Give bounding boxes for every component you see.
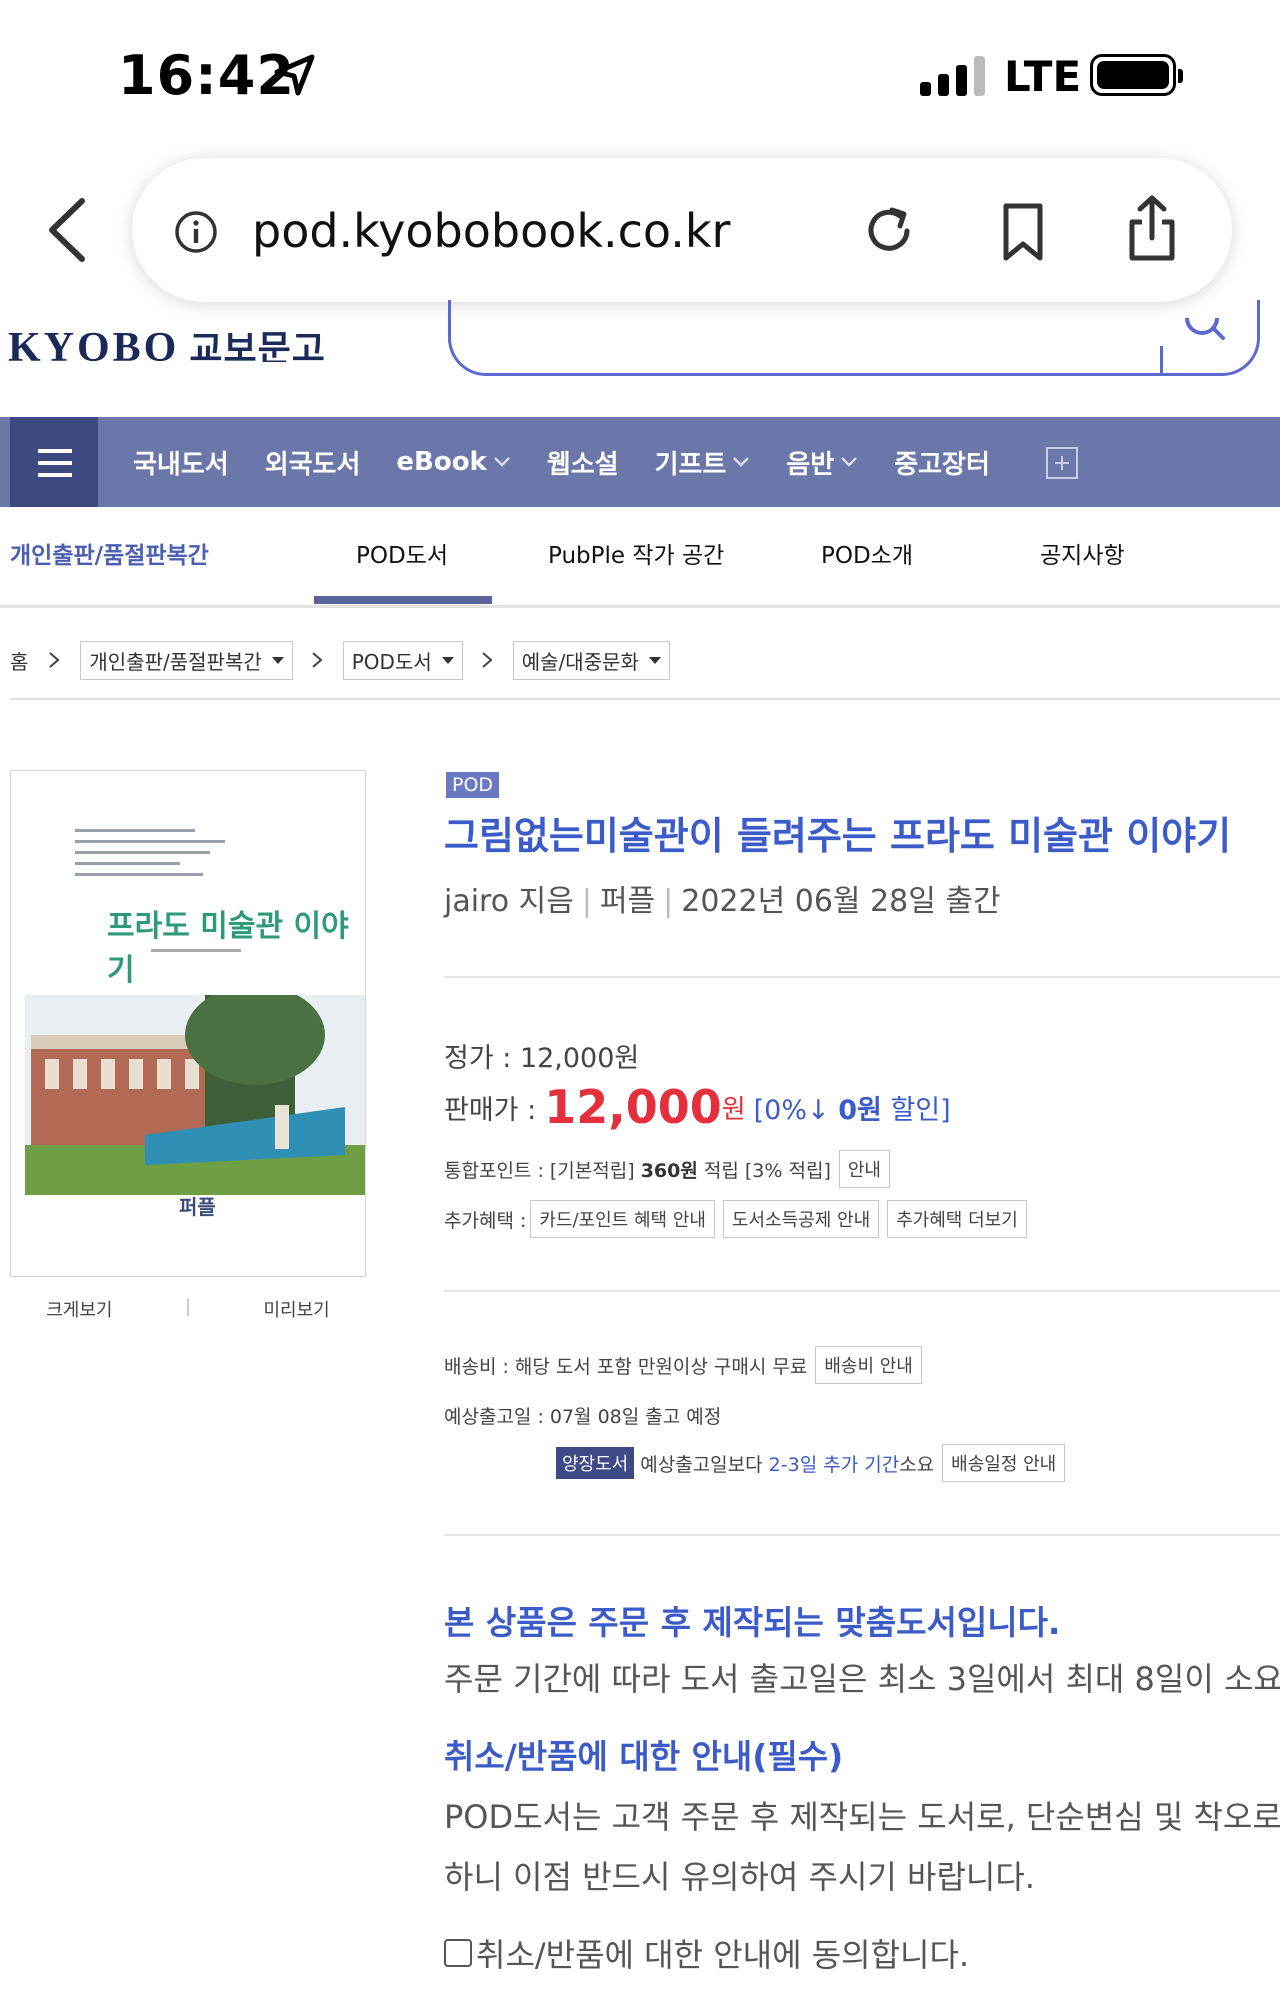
agree-checkbox-row[interactable]: 취소/반품에 대한 안내에 동의합니다. [444,1930,969,1976]
hardcover-note: 양장도서 예상출고일보다 2-3일 추가 기간 소요 배송일정 안내 [556,1444,1066,1482]
chevron-right-icon [312,652,323,668]
product-meta: jairo 지음 | 퍼플 | 2022년 06월 28일 출간 [444,884,1001,919]
points-info-button[interactable]: 안내 [838,1150,890,1188]
zoom-link[interactable]: 크게보기 [46,1296,112,1322]
tab-pod-books[interactable]: POD도서 [356,536,448,570]
chevron-down-icon [733,457,750,467]
dropdown-arrow-icon [441,656,454,664]
agree-checkbox[interactable] [444,1939,472,1967]
nav-item-gift[interactable]: 기프트 [655,444,751,481]
breadcrumb-select-genre[interactable]: 예술/대중문화 [512,640,670,680]
sub-nav: 개인출판/품절판복간 POD도서 PubPle 작가 공간 POD소개 공지사항 [0,508,1280,608]
cover-publisher: 퍼플 [179,1195,216,1219]
dropdown-arrow-icon [648,656,661,664]
sale-price-row: 판매가 : 12,000 원 [0%↓ 0원 할인] [444,1080,951,1134]
eta-row: 예상출고일 : 07월 08일 출고 예정 [444,1406,722,1428]
points-row: 통합포인트 : [기본적립] 360원 적립 [3% 적립] 안내 [444,1150,890,1188]
tab-pod-intro[interactable]: POD소개 [821,536,913,570]
chevron-down-icon [841,457,858,467]
address-bar[interactable]: pod.kyobobook.co.kr [132,158,1232,302]
active-tab-indicator [314,596,492,604]
chevron-right-icon [49,652,60,668]
nav-item-music[interactable]: 음반 [786,444,858,481]
dropdown-arrow-icon [271,656,284,664]
shipping-row: 배송비 : 해당 도서 포함 만원이상 구매시 무료 배송비 안내 [444,1346,922,1384]
tab-pubple-author[interactable]: PubPle 작가 공간 [548,536,724,570]
divider [444,976,1280,978]
signal-icon [920,54,985,96]
back-icon[interactable] [44,195,90,265]
more-benefits-button[interactable]: 추가혜택 더보기 [887,1200,1027,1238]
agree-label: 취소/반품에 대한 안내에 동의합니다. [476,1936,970,1974]
publisher[interactable]: 퍼플 [600,884,655,919]
main-nav: 국내도서 외국도서 eBook 웹소설 기프트 음반 중고장터 [0,417,1280,507]
battery-icon [1090,54,1183,96]
nav-item-ebook[interactable]: eBook [396,447,510,477]
divider [444,1534,1280,1536]
breadcrumb-select-category[interactable]: 개인출판/품절판복간 [80,640,293,680]
custom-book-notice-text: 주문 기간에 따라 도서 출고일은 최소 3일에서 최대 8일이 소요 [444,1660,1280,1698]
shipping-info-button[interactable]: 배송비 안내 [815,1346,922,1384]
preview-link[interactable]: 미리보기 [264,1296,330,1322]
nav-item-foreign-books[interactable]: 외국도서 [265,444,361,481]
tax-deduction-button[interactable]: 도서소득공제 안내 [722,1200,880,1238]
hardcover-badge: 양장도서 [556,1447,635,1479]
subnav-brand[interactable]: 개인출판/품절판복간 [10,536,209,570]
sale-price: 12,000 [544,1080,722,1134]
bookmark-icon[interactable] [1000,202,1046,262]
location-arrow-icon [274,54,315,96]
network-label: LTE [1004,52,1082,101]
benefits-row: 추가혜택 : 카드/포인트 혜택 안내 도서소득공제 안내 추가혜택 더보기 [444,1200,1027,1238]
search-icon[interactable] [1183,318,1225,346]
custom-book-notice-heading: 본 상품은 주문 후 제작되는 맞춤도서입니다. [444,1603,1061,1642]
divider [10,698,1280,700]
card-benefit-button[interactable]: 카드/포인트 혜택 안내 [530,1200,715,1238]
url-text[interactable]: pod.kyobobook.co.kr [252,204,730,258]
delivery-schedule-button[interactable]: 배송일정 안내 [942,1444,1066,1482]
list-price: 정가 : 12,000원 [444,1043,640,1074]
share-icon[interactable] [1126,194,1178,262]
breadcrumb-home[interactable]: 홈 [10,646,28,675]
status-time: 16:42 [118,44,295,107]
return-policy-text-2: 하니 이점 반드시 유의하여 주시기 바랍니다. [444,1858,1035,1896]
return-policy-heading: 취소/반품에 대한 안내(필수) [444,1737,844,1776]
discount-info: [0%↓ 0원 할인] [753,1094,951,1126]
status-bar: 16:42 LTE [0,0,1280,150]
chevron-down-icon [493,457,510,467]
publish-date: 2022년 06월 28일 출간 [681,884,1001,919]
cover-links: 크게보기 | 미리보기 [46,1296,330,1322]
pod-badge: POD [446,772,500,798]
cover-title: 프라도 미술관 이야기 [107,909,349,988]
hamburger-menu-icon[interactable] [10,417,98,507]
author[interactable]: jairo 지음 [444,884,574,919]
divider [444,1290,1280,1292]
breadcrumb: 홈 개인출판/품절판복간 POD도서 예술/대중문화 [10,640,688,680]
kyobo-logo[interactable]: KYOBO 교보문고 [8,318,326,362]
nav-items: 국내도서 외국도서 eBook 웹소설 기프트 음반 중고장터 [133,417,1026,507]
book-cover-image[interactable]: 프라도 미술관 이야기 퍼플 [10,770,366,1277]
product-title: 그림없는미술관이 들려주는 프라도 미술관 이야기 [444,814,1232,858]
reload-icon[interactable] [862,204,916,258]
return-policy-text-1: POD도서는 고객 주문 후 제작되는 도서로, 단순변심 및 착오로 [444,1798,1280,1836]
museum-photo [25,995,365,1195]
nav-item-used-market[interactable]: 중고장터 [894,444,990,481]
nav-item-domestic-books[interactable]: 국내도서 [133,444,229,481]
breadcrumb-select-pod[interactable]: POD도서 [342,640,463,680]
info-icon[interactable] [174,210,218,254]
plus-box-icon[interactable] [1046,447,1078,479]
nav-item-webnovel[interactable]: 웹소설 [547,444,619,481]
chevron-right-icon [482,652,493,668]
tab-notices[interactable]: 공지사항 [1040,536,1125,570]
search-input[interactable] [448,300,1260,376]
